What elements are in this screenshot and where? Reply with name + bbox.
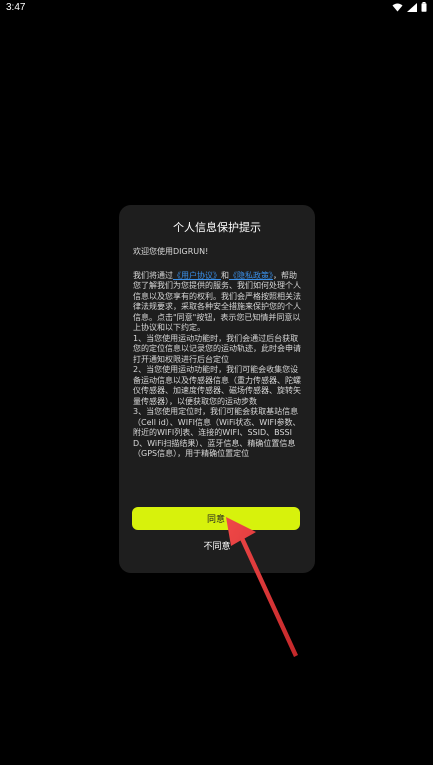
disagree-button[interactable]: 不同意: [119, 539, 315, 552]
agree-button[interactable]: 同意: [132, 507, 300, 530]
dialog-body[interactable]: 欢迎您使用DIGRUN! 我们将通过《用户协议》和《隐私政策》，帮助您了解我们为…: [133, 247, 301, 493]
status-bar: 3:47: [0, 0, 433, 14]
battery-icon: [421, 2, 427, 12]
privacy-dialog: 个人信息保护提示 欢迎您使用DIGRUN! 我们将通过《用户协议》和《隐私政策》…: [119, 205, 315, 573]
intro-paragraph: 我们将通过《用户协议》和《隐私政策》，帮助您了解我们为您提供的服务、我们如何处理…: [133, 271, 301, 334]
greeting-text: 欢迎您使用DIGRUN!: [133, 247, 209, 256]
clause-item-1: 1、当您使用运动功能时，我们会通过后台获取您的定位信息以记录您的运动轨迹，此时会…: [133, 333, 301, 364]
dialog-title: 个人信息保护提示: [173, 221, 261, 234]
intro-and: 和: [221, 270, 229, 280]
screen: 3:47 个人信息保护提示 欢迎您使用DIGRUN! 我们将通过《用户协议》和《…: [0, 0, 433, 765]
intro-prefix: 我们将通过: [133, 270, 173, 280]
status-icons: [392, 2, 427, 12]
status-time: 3:47: [6, 1, 26, 13]
clause-item-3: 3、当您使用定位时，我们可能会获取基站信息（Cell id）、WIFI信息（Wi…: [133, 407, 301, 458]
privacy-policy-link[interactable]: 《隐私政策》: [229, 271, 273, 280]
user-agreement-link[interactable]: 《用户协议》: [173, 271, 221, 280]
wifi-icon: [392, 3, 403, 12]
signal-icon: [407, 2, 417, 12]
clause-item-2: 2、当您使用运动功能时，我们可能会收集您设备运动信息以及传感器信息（重力传感器、…: [133, 365, 301, 406]
